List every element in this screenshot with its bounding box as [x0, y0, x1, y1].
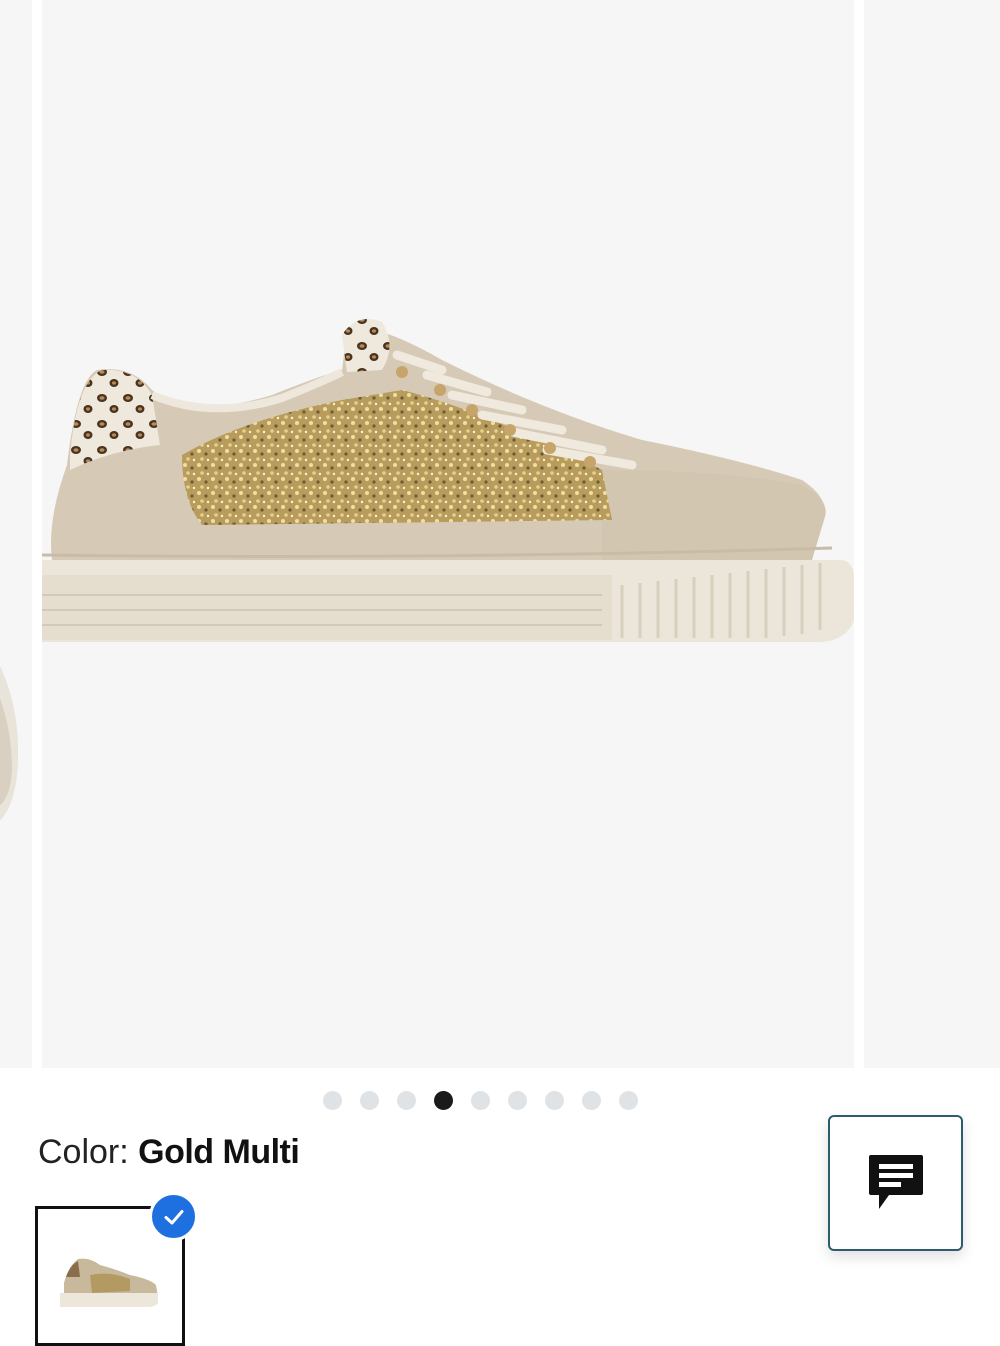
- carousel-dot-7[interactable]: [545, 1091, 564, 1110]
- carousel-dot-2[interactable]: [360, 1091, 379, 1110]
- carousel-dot-4-active[interactable]: [434, 1091, 453, 1110]
- carousel-dot-3[interactable]: [397, 1091, 416, 1110]
- chat-bubble-icon: [868, 1155, 923, 1209]
- carousel-dot-8[interactable]: [582, 1091, 601, 1110]
- color-label: Color:: [38, 1133, 139, 1171]
- selected-check-icon: [149, 1192, 198, 1241]
- product-image-carousel[interactable]: [0, 0, 1000, 1068]
- carousel-slide-current[interactable]: [42, 0, 854, 1068]
- color-selection-label: Color: Gold Multi: [38, 1132, 300, 1172]
- carousel-dot-6[interactable]: [508, 1091, 527, 1110]
- carousel-slide-previous[interactable]: [0, 0, 32, 1068]
- carousel-dot-9[interactable]: [619, 1091, 638, 1110]
- chat-button[interactable]: [828, 1115, 963, 1251]
- carousel-dot-1[interactable]: [323, 1091, 342, 1110]
- carousel-pagination: [0, 1091, 1000, 1111]
- swatch-shoe-thumbnail: [60, 1258, 158, 1307]
- carousel-dot-5[interactable]: [471, 1091, 490, 1110]
- carousel-slide-next[interactable]: [864, 0, 1000, 1068]
- color-value: Gold Multi: [138, 1133, 300, 1171]
- previous-shoe-image: [0, 665, 19, 821]
- main-product-image: [42, 318, 854, 642]
- check-icon: [164, 1209, 183, 1224]
